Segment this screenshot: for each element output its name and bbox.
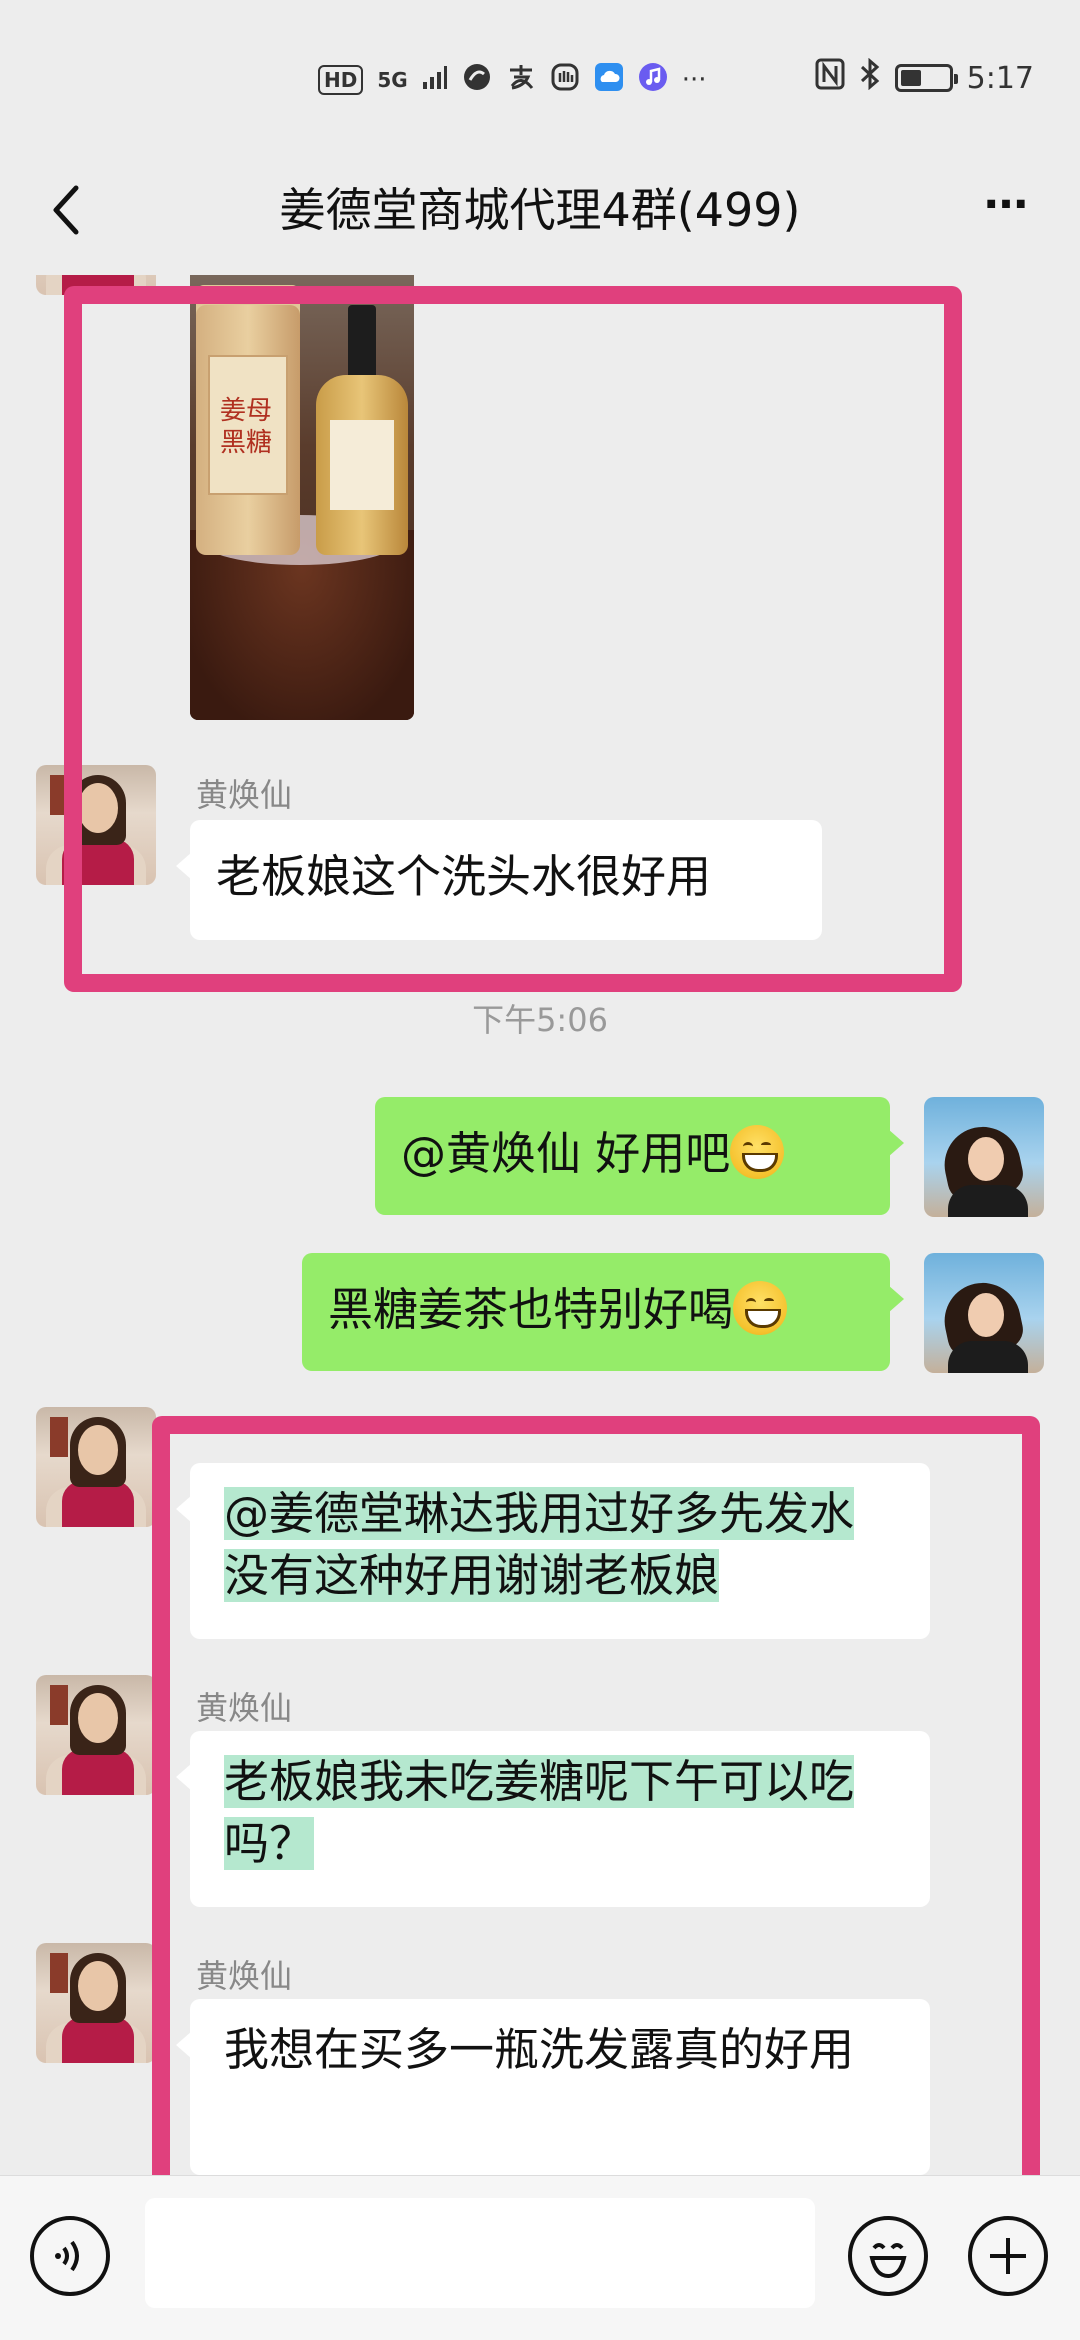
- status-right-icons: 5:17: [815, 56, 1034, 100]
- hd-icon: HD: [318, 65, 364, 95]
- photo-message[interactable]: 姜母黑糖: [190, 275, 414, 720]
- battery-level: [900, 70, 922, 86]
- avatar-self[interactable]: [924, 1097, 1044, 1217]
- message-bubble[interactable]: @姜德堂琳达我用过好多先发水没有这种好用谢谢老板娘: [176, 1463, 930, 1639]
- timestamp: 下午5:06: [472, 1001, 608, 1039]
- avatar[interactable]: [36, 1943, 156, 2063]
- grin-emoji-icon: [733, 1281, 788, 1335]
- bluetooth-icon: [859, 57, 881, 98]
- back-button[interactable]: [30, 170, 110, 250]
- message-text: @黄焕仙 好用吧: [401, 1127, 731, 1180]
- smiley-face-icon: [869, 2243, 907, 2279]
- message-input[interactable]: [145, 2198, 815, 2308]
- message-bubble[interactable]: 我想在买多一瓶洗发露真的好用: [176, 1999, 930, 2175]
- voice-icon[interactable]: [30, 2216, 110, 2296]
- home-bar: [0, 2320, 1080, 2340]
- avatar[interactable]: [36, 1407, 156, 1527]
- clock: 5:17: [966, 60, 1034, 96]
- sender-name: 黄焕仙: [196, 1957, 293, 1995]
- message-list[interactable]: 姜母黑糖 黄焕仙 老板娘这个洗头水很好用 下午5:06 @黄焕仙 好用吧 黑糖姜…: [0, 275, 1080, 2175]
- message-bubble[interactable]: 老板娘这个洗头水很好用: [176, 820, 822, 940]
- avatar[interactable]: [36, 275, 156, 295]
- message-text: 我想在买多一瓶洗发露真的好用: [224, 2023, 855, 2076]
- nfc-icon: [815, 58, 845, 98]
- status-bar: HD 5G ··· 5:17: [0, 0, 1080, 150]
- message-bubble[interactable]: 老板娘我未吃姜糖呢下午可以吃吗？: [176, 1731, 930, 1907]
- status-left-icons: HD 5G ···: [318, 58, 706, 102]
- chat-title: 姜德堂商城代理4群(499): [279, 183, 801, 237]
- plus-icon[interactable]: [968, 2216, 1048, 2296]
- cloud-icon: [594, 62, 624, 99]
- app-icon: [462, 62, 492, 99]
- sender-name: 黄焕仙: [196, 1689, 293, 1727]
- chat-header: 姜德堂商城代理4群(499) ···: [0, 150, 1080, 275]
- more-dots-icon[interactable]: ···: [970, 180, 1040, 240]
- message-text: 黑糖姜茶也特别好喝: [328, 1283, 734, 1336]
- music-icon: [638, 62, 668, 99]
- alipay-icon: [506, 62, 536, 99]
- message-text: @姜德堂琳达我用过好多先发水没有这种好用谢谢老板娘: [224, 1487, 855, 1602]
- grin-emoji-icon: [730, 1125, 785, 1179]
- more-status-icon: ···: [681, 65, 707, 95]
- chevron-left-icon: [53, 185, 79, 235]
- voice-waves-icon: [55, 2240, 79, 2272]
- signal-icon: [422, 64, 448, 97]
- sender-name: 黄焕仙: [196, 776, 293, 814]
- network-5g-icon: 5G: [377, 68, 408, 92]
- avatar[interactable]: [36, 1675, 156, 1795]
- message-bubble[interactable]: @黄焕仙 好用吧: [375, 1097, 904, 1215]
- hand-icon: [550, 62, 580, 99]
- battery-icon: [894, 64, 958, 92]
- input-bar: [0, 2175, 1080, 2340]
- photo-jar-text: 姜母黑糖: [220, 396, 273, 458]
- avatar[interactable]: [36, 765, 156, 885]
- message-bubble[interactable]: 黑糖姜茶也特别好喝: [302, 1253, 904, 1371]
- avatar-self[interactable]: [924, 1253, 1044, 1373]
- message-text: 老板娘我未吃姜糖呢下午可以吃吗？: [224, 1755, 855, 1870]
- emoji-icon[interactable]: [848, 2216, 928, 2296]
